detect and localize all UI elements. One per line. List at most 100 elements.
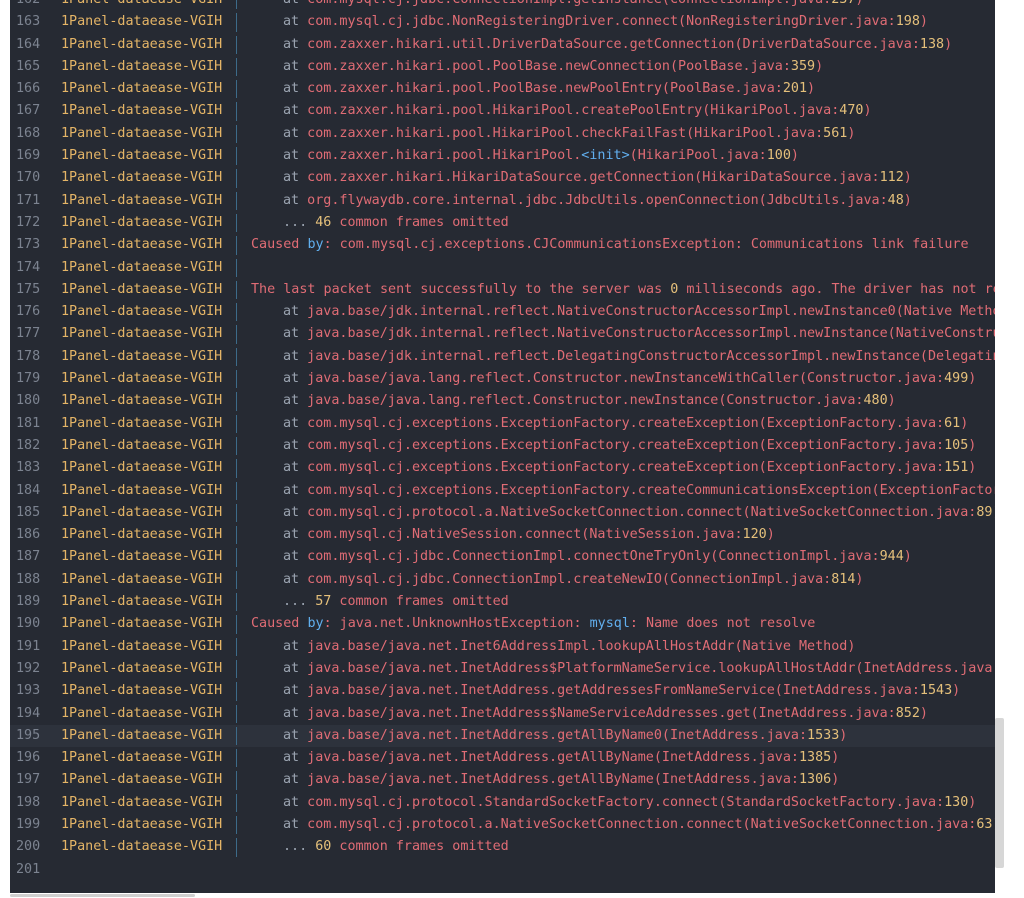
column-separator <box>236 35 237 54</box>
column-separator <box>236 124 237 144</box>
pod-name: 1Panel-dataease-VGIH <box>61 839 223 855</box>
line-number: 174 <box>16 259 41 275</box>
line-number: 165 <box>16 58 41 74</box>
log-line: 173 1Panel-dataease-VGIH Caused by: com.my… <box>10 234 995 256</box>
log-line: 190 1Panel-dataease-VGIH Caused by: java.n… <box>10 613 995 635</box>
log-line: 164 1Panel-dataease-VGIH at com.zaxxer.hik… <box>10 34 995 56</box>
log-message: at com.zaxxer.hikari.pool.HikariPool.cre… <box>283 103 872 119</box>
log-message: at com.mysql.cj.exceptions.ExceptionFact… <box>283 437 977 453</box>
log-viewer[interactable]: 162 1Panel-dataease-VGIH at com.mysql.cj.j… <box>10 0 995 893</box>
log-line: 172 1Panel-dataease-VGIH ... 46 common fra… <box>10 212 995 234</box>
column-separator <box>236 303 237 322</box>
line-number: 170 <box>16 170 41 186</box>
column-separator <box>236 370 237 389</box>
line-number: 191 <box>16 638 41 654</box>
log-message: at java.base/java.net.InetAddress.getAdd… <box>283 683 961 699</box>
log-line: 181 1Panel-dataease-VGIH at com.mysql.cj.e… <box>10 413 995 435</box>
pod-name: 1Panel-dataease-VGIH <box>61 393 223 409</box>
column-separator <box>236 459 237 478</box>
pod-name: 1Panel-dataease-VGIH <box>61 259 223 275</box>
pod-name: 1Panel-dataease-VGIH <box>61 594 223 610</box>
pod-name: 1Panel-dataease-VGIH <box>61 660 223 676</box>
pod-name: 1Panel-dataease-VGIH <box>61 237 223 253</box>
line-number: 162 <box>16 0 48 11</box>
line-number: 187 <box>16 549 41 565</box>
log-line: 198 1Panel-dataease-VGIH at com.mysql.cj.p… <box>10 792 995 814</box>
log-message: at java.base/java.net.InetAddress$NameSe… <box>283 705 928 721</box>
column-separator <box>236 169 237 188</box>
pod-name: 1Panel-dataease-VGIH <box>61 304 223 320</box>
line-number: 188 <box>16 571 41 587</box>
log-line: 177 1Panel-dataease-VGIH at java.base/jdk.… <box>10 323 995 345</box>
log-line: 162 1Panel-dataease-VGIH at com.mysql.cj.j… <box>10 0 995 11</box>
log-line: 174 1Panel-dataease-VGIH <box>10 257 995 279</box>
pod-name: 1Panel-dataease-VGIH <box>61 81 223 97</box>
horizontal-scrollbar-thumb[interactable] <box>10 894 195 897</box>
log-message: at java.base/java.net.Inet6AddressImpl.l… <box>283 638 856 654</box>
column-separator <box>236 0 237 10</box>
line-number: 164 <box>16 36 41 52</box>
line-number: 173 <box>16 237 41 253</box>
log-message: Caused by: com.mysql.cj.exceptions.CJCom… <box>251 237 969 253</box>
pod-name: 1Panel-dataease-VGIH <box>61 371 223 387</box>
column-separator <box>236 615 237 634</box>
log-message: at java.base/jdk.internal.reflect.Native… <box>283 326 995 342</box>
column-separator <box>236 503 237 523</box>
log-line: 187 1Panel-dataease-VGIH at com.mysql.cj.j… <box>10 546 995 568</box>
column-separator <box>236 481 237 500</box>
log-message: at java.base/java.net.InetAddress.getAll… <box>283 727 848 743</box>
log-message: The last packet sent successfully to the… <box>251 281 995 297</box>
log-message: at java.base/java.net.InetAddress$Platfo… <box>283 660 995 676</box>
horizontal-scrollbar[interactable] <box>10 893 995 898</box>
line-number: 168 <box>16 125 41 141</box>
log-line: 188 1Panel-dataease-VGIH at com.mysql.cj.j… <box>10 569 995 591</box>
column-separator <box>236 815 237 835</box>
column-separator <box>236 436 237 456</box>
column-separator <box>236 526 237 545</box>
line-number: 167 <box>16 103 41 119</box>
log-lines: 162 1Panel-dataease-VGIH at com.mysql.cj.j… <box>10 0 995 881</box>
log-message: at com.mysql.cj.exceptions.ExceptionFact… <box>283 460 977 476</box>
log-line: 183 1Panel-dataease-VGIH at com.mysql.cj.e… <box>10 457 995 479</box>
column-separator <box>236 80 237 99</box>
pod-name: 1Panel-dataease-VGIH <box>61 36 223 52</box>
vertical-scrollbar[interactable] <box>995 718 1004 868</box>
log-line: 176 1Panel-dataease-VGIH at java.base/jdk.… <box>10 301 995 323</box>
pod-name: 1Panel-dataease-VGIH <box>61 460 223 476</box>
pod-name: 1Panel-dataease-VGIH <box>61 772 223 788</box>
pod-name: 1Panel-dataease-VGIH <box>61 214 223 230</box>
line-number: 190 <box>16 616 41 632</box>
log-line: 166 1Panel-dataease-VGIH at com.zaxxer.hik… <box>10 78 995 100</box>
log-line: 179 1Panel-dataease-VGIH at java.base/java… <box>10 368 995 390</box>
log-message: at com.zaxxer.hikari.util.DriverDataSour… <box>283 36 953 52</box>
log-line: 182 1Panel-dataease-VGIH at com.mysql.cj.e… <box>10 435 995 457</box>
pod-name: 1Panel-dataease-VGIH <box>61 638 223 654</box>
log-line: 194 1Panel-dataease-VGIH at java.base/java… <box>10 703 995 725</box>
log-line: 192 1Panel-dataease-VGIH at java.base/java… <box>10 658 995 680</box>
line-number: 186 <box>16 527 41 543</box>
log-message: Caused by: java.net.UnknownHostException… <box>251 616 816 632</box>
pod-name: 1Panel-dataease-VGIH <box>61 58 223 74</box>
line-number: 169 <box>16 148 41 164</box>
line-number: 197 <box>16 772 41 788</box>
log-line: 171 1Panel-dataease-VGIH at org.flywaydb.c… <box>10 190 995 212</box>
line-number: 180 <box>16 393 41 409</box>
column-separator <box>236 414 237 433</box>
pod-name: 1Panel-dataease-VGIH <box>61 125 223 141</box>
line-number: 201 <box>16 861 41 877</box>
pod-name: 1Panel-dataease-VGIH <box>61 437 223 453</box>
column-separator <box>236 325 237 344</box>
column-separator <box>236 147 237 166</box>
pod-name: 1Panel-dataease-VGIH <box>61 705 223 721</box>
log-message: at java.base/jdk.internal.reflect.Native… <box>283 304 995 320</box>
column-separator <box>236 13 237 32</box>
log-message: at com.zaxxer.hikari.pool.HikariPool.che… <box>283 125 856 141</box>
column-separator <box>236 838 237 857</box>
pod-name: 1Panel-dataease-VGIH <box>61 170 223 186</box>
log-message: ... 60 common frames omitted <box>283 839 509 855</box>
pod-name: 1Panel-dataease-VGIH <box>61 683 223 699</box>
column-separator <box>236 57 237 77</box>
log-message: at java.base/java.net.InetAddress.getAll… <box>283 750 840 766</box>
line-number: 184 <box>16 482 41 498</box>
log-line: 199 1Panel-dataease-VGIH at com.mysql.cj.p… <box>10 814 995 836</box>
